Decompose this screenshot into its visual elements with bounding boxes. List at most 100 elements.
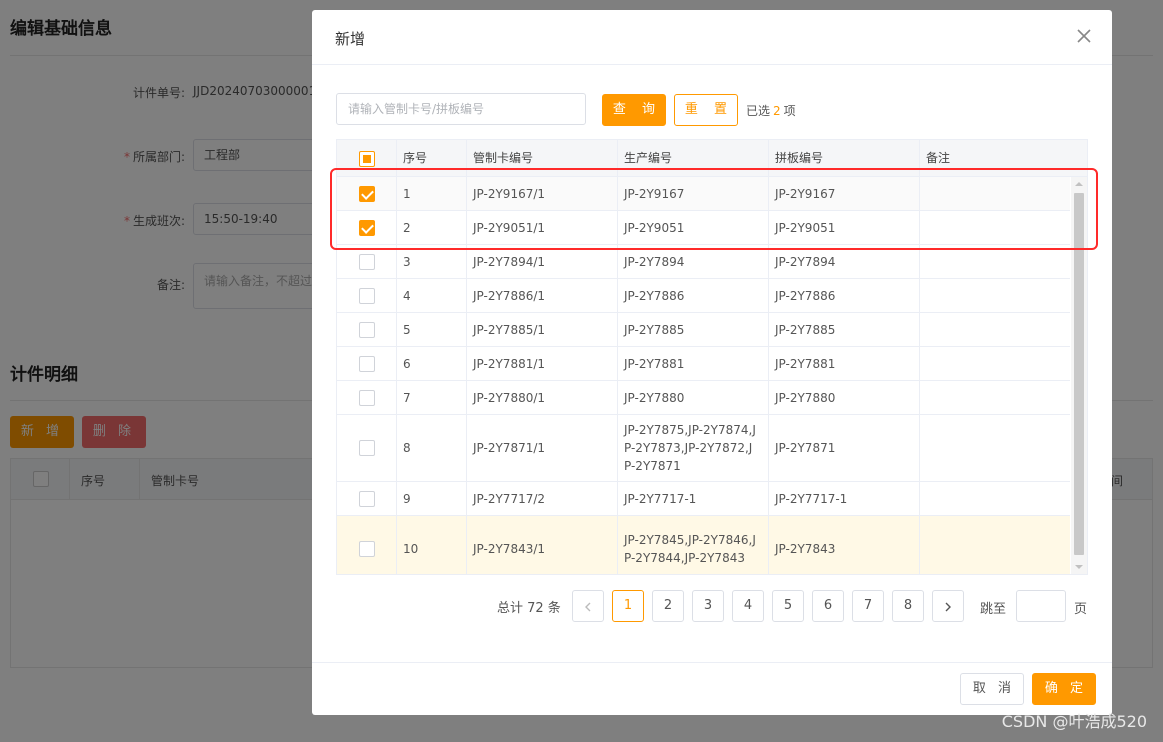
close-icon[interactable] xyxy=(1074,26,1094,46)
cell-text: 4 xyxy=(403,288,411,303)
table-row[interactable]: 6 JP-2Y7881/1 JP-2Y7881 JP-2Y7881 xyxy=(337,347,1070,381)
row-checkbox[interactable] xyxy=(358,490,375,507)
cell-text: JP-2Y7881 xyxy=(775,356,836,371)
cell-text: 7 xyxy=(403,390,411,405)
cell-no: 9 xyxy=(397,482,467,515)
cell-text: 6 xyxy=(403,356,411,371)
row-checkbox[interactable] xyxy=(358,287,375,304)
cell-text: JP-2Y7717-1 xyxy=(775,491,848,506)
cell-text: JP-2Y7843 xyxy=(775,542,836,556)
scroll-down-arrow-icon[interactable] xyxy=(1075,565,1083,569)
cell-remark xyxy=(920,415,1070,481)
cell-prod: JP-2Y7880 xyxy=(618,381,769,414)
highlight-annotation-box xyxy=(330,168,1098,250)
cell-prod: JP-2Y7717-1 xyxy=(618,482,769,515)
cell-text: JP-2Y7717/2 xyxy=(473,491,546,506)
cell-panel: JP-2Y7871 xyxy=(769,415,920,481)
cell-card: JP-2Y7885/1 xyxy=(467,313,618,346)
cell-prod: JP-2Y7881 xyxy=(618,347,769,380)
cell-prod: JP-2Y7885 xyxy=(618,313,769,346)
cell-text: JP-2Y7875,JP-2Y7874,JP-2Y7873,JP-2Y7872,… xyxy=(624,423,756,473)
cell-text: 3 xyxy=(403,254,411,269)
pagination-total: 总计 72 条 xyxy=(497,601,561,616)
pagination-page-8[interactable]: 8 xyxy=(892,590,924,622)
row-checkbox[interactable] xyxy=(358,440,375,456)
dialog-title: 新增 xyxy=(335,30,366,48)
cell-panel: JP-2Y7886 xyxy=(769,279,920,312)
cell-no: 8 xyxy=(397,415,467,481)
cell-panel: JP-2Y7843 xyxy=(769,516,920,574)
table-row[interactable]: 3 JP-2Y7894/1 JP-2Y7894 JP-2Y7894 xyxy=(337,245,1070,279)
cell-card: JP-2Y7717/2 xyxy=(467,482,618,515)
row-checkbox[interactable] xyxy=(358,355,375,372)
cell-prod: JP-2Y7875,JP-2Y7874,JP-2Y7873,JP-2Y7872,… xyxy=(618,415,769,481)
table-row[interactable]: 9 JP-2Y7717/2 JP-2Y7717-1 JP-2Y7717-1 xyxy=(337,482,1070,516)
pagination-page-4[interactable]: 4 xyxy=(732,590,764,622)
reset-button[interactable]: 重 置 xyxy=(674,94,738,126)
row-checkbox[interactable] xyxy=(358,253,375,270)
cell-remark xyxy=(920,279,1070,312)
cell-remark xyxy=(920,482,1070,515)
watermark: CSDN @叶浩成520 xyxy=(1001,712,1147,731)
cell-text: JP-2Y7894 xyxy=(624,254,685,269)
table-row[interactable]: 10 JP-2Y7843/1 JP-2Y7845,JP-2Y7846,JP-2Y78… xyxy=(337,516,1070,574)
row-checkbox-cell xyxy=(337,313,397,346)
pagination-page-3[interactable]: 3 xyxy=(692,590,724,622)
table-row[interactable]: 8 JP-2Y7871/1 JP-2Y7875,JP-2Y7874,JP-2Y787… xyxy=(337,415,1070,482)
row-checkbox-cell xyxy=(337,482,397,515)
row-checkbox[interactable] xyxy=(358,389,375,406)
jump-page-input[interactable] xyxy=(1016,590,1066,622)
cell-text: 10 xyxy=(403,542,419,556)
pagination-prev-button[interactable] xyxy=(572,590,604,622)
cell-panel: JP-2Y7885 xyxy=(769,313,920,346)
cell-card: JP-2Y7871/1 xyxy=(467,415,618,481)
cell-no: 10 xyxy=(397,516,467,574)
cell-no: 7 xyxy=(397,381,467,414)
cell-text: 8 xyxy=(403,441,411,455)
pagination: 总计 72 条 12345678 跳至 页 xyxy=(312,590,1112,622)
row-checkbox-cell xyxy=(337,347,397,380)
pagination-page-5[interactable]: 5 xyxy=(772,590,804,622)
cell-prod: JP-2Y7845,JP-2Y7846,JP-2Y7844,JP-2Y7843 xyxy=(618,516,769,574)
cell-text: JP-2Y7843/1 xyxy=(473,542,546,556)
row-checkbox-cell xyxy=(337,516,397,574)
cell-remark xyxy=(920,381,1070,414)
pagination-page-6[interactable]: 6 xyxy=(812,590,844,622)
row-checkbox-cell xyxy=(337,381,397,414)
cancel-button[interactable]: 取 消 xyxy=(960,673,1024,705)
search-input[interactable] xyxy=(336,93,586,125)
table-row[interactable]: 4 JP-2Y7886/1 JP-2Y7886 JP-2Y7886 xyxy=(337,279,1070,313)
confirm-button[interactable]: 确 定 xyxy=(1032,673,1096,705)
add-dialog: 新增 查 询 重 置 已选2项 序号 管制卡编号 生产编号 拼板编号 备注 1J… xyxy=(312,10,1112,715)
row-checkbox-cell xyxy=(337,279,397,312)
select-all-checkbox[interactable] xyxy=(358,150,375,167)
selected-count-text: 已选 2 项 xyxy=(746,102,796,119)
cell-text: JP-2Y7885 xyxy=(624,322,685,337)
cell-card: JP-2Y7886/1 xyxy=(467,279,618,312)
selected-count: 2 xyxy=(773,104,781,118)
pagination-page-2[interactable]: 2 xyxy=(652,590,684,622)
row-checkbox[interactable] xyxy=(358,321,375,338)
pagination-next-button[interactable] xyxy=(932,590,964,622)
cell-text: JP-2Y7845,JP-2Y7846,JP-2Y7844,JP-2Y7843 xyxy=(624,533,756,565)
cell-remark xyxy=(920,313,1070,346)
chevron-right-icon xyxy=(945,602,951,612)
pagination-page-7[interactable]: 7 xyxy=(852,590,884,622)
jump-suffix: 页 xyxy=(1074,602,1088,617)
table-row[interactable]: 7 JP-2Y7880/1 JP-2Y7880 JP-2Y7880 xyxy=(337,381,1070,415)
cell-text: 5 xyxy=(403,322,411,337)
cell-text: JP-2Y7871/1 xyxy=(473,441,546,455)
cell-text: JP-2Y7886 xyxy=(624,288,685,303)
cell-remark xyxy=(920,516,1070,574)
cell-panel: JP-2Y7881 xyxy=(769,347,920,380)
cell-text: JP-2Y7886 xyxy=(775,288,836,303)
cell-card: JP-2Y7881/1 xyxy=(467,347,618,380)
pagination-page-1[interactable]: 1 xyxy=(612,590,644,622)
table-row[interactable]: 5 JP-2Y7885/1 JP-2Y7885 JP-2Y7885 xyxy=(337,313,1070,347)
cell-no: 6 xyxy=(397,347,467,380)
cell-text: JP-2Y7871 xyxy=(775,441,836,455)
row-checkbox[interactable] xyxy=(358,541,375,557)
query-button[interactable]: 查 询 xyxy=(602,94,666,126)
cell-text: 9 xyxy=(403,491,411,506)
chevron-left-icon xyxy=(585,602,591,612)
